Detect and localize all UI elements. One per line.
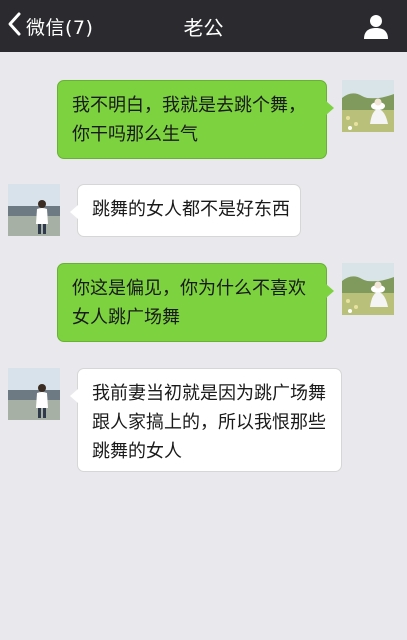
my-avatar[interactable] <box>342 263 394 315</box>
profile-button[interactable] <box>363 13 389 39</box>
message-text: 女人跳广场舞 <box>72 307 180 328</box>
message-bubble-received[interactable]: 跳舞的女人都不是好东西 <box>70 184 301 237</box>
person-icon <box>364 15 388 39</box>
message-text: 跳舞的女人 <box>92 441 182 462</box>
chevron-left-icon <box>6 11 24 41</box>
top-navigation-bar: 微信(7) 老公 <box>0 0 407 52</box>
message-text: 我不明白，我就是去跳个舞， <box>72 95 306 116</box>
message-text: 我前妻当初就是因为跳广场舞 <box>92 383 326 404</box>
message-text: 你这是偏见，你为什么不喜欢 <box>72 278 306 299</box>
message-text: 你干吗那么生气 <box>72 124 198 145</box>
message-bubble-sent[interactable]: 我不明白，我就是去跳个舞， 你干吗那么生气 <box>57 80 334 159</box>
contact-avatar[interactable] <box>8 184 60 236</box>
contact-avatar[interactable] <box>8 368 60 420</box>
my-avatar[interactable] <box>342 80 394 132</box>
message-bubble-sent[interactable]: 你这是偏见，你为什么不喜欢 女人跳广场舞 <box>57 263 334 342</box>
message-text: 跟人家搞上的，所以我恨那些 <box>92 412 326 433</box>
back-label: 微信(7) <box>26 16 94 39</box>
back-button[interactable]: 微信(7) <box>6 10 93 42</box>
message-bubble-received[interactable]: 我前妻当初就是因为跳广场舞 跟人家搞上的，所以我恨那些 跳舞的女人 <box>70 368 342 472</box>
message-text: 跳舞的女人都不是好东西 <box>92 199 290 220</box>
